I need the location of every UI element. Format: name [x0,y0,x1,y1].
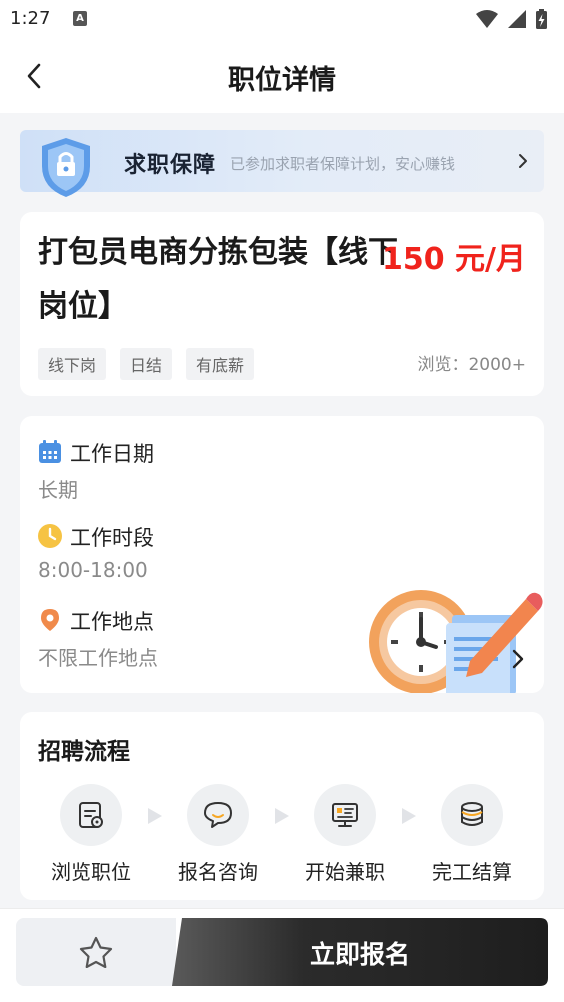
process-step: 完工结算 [416,784,528,885]
job-card: 打包员电商分拣包装【线下岗位】 150 元/月 线下岗 日结 有底薪 浏览：20… [20,212,544,396]
clock-document-illustration [369,590,543,693]
favorite-button[interactable] [16,918,176,986]
job-tags: 线下岗 日结 有底薪 [38,348,255,380]
signal-icon [508,10,526,28]
work-location-value: 不限工作地点 [38,646,158,670]
page-title: 职位详情 [228,65,336,96]
monitor-icon [332,803,358,827]
work-date-value: 长期 [38,478,78,502]
step-label: 报名咨询 [178,860,258,884]
apply-button-label: 立即报名 [309,940,410,969]
step-icon-circle [441,784,503,846]
shield-lock-icon [42,138,90,197]
process-step: 报名咨询 [162,784,274,885]
step-icon-circle [314,784,376,846]
coins-icon [461,802,483,826]
step-label: 浏览职位 [51,860,131,884]
job-tag: 日结 [120,348,173,380]
guarantee-banner[interactable]: 求职保障 已参加求职者保障计划，安心赚钱 [20,130,544,197]
job-title: 打包员电商分拣包装【线下岗位】 [38,235,398,324]
guarantee-description: 已参加求职者保障计划，安心赚钱 [230,155,456,173]
chat-bubble-icon [204,802,232,828]
step-icon-circle [60,784,122,846]
step-label: 完工结算 [432,860,512,884]
work-date-label: 工作日期 [70,442,154,466]
step-arrow-icon [148,808,162,824]
process-card: 招聘流程 浏览职位 报名咨询 开始兼职 完工结算 [20,712,544,900]
process-step: 开始兼职 [289,784,401,885]
guarantee-title: 求职保障 [124,153,217,178]
wifi-icon [476,10,498,28]
clock-icon [38,524,62,548]
chevron-right-icon [512,649,524,669]
location-pin-icon [41,609,59,631]
view-count: 浏览：2000+ [417,355,526,375]
apply-button[interactable]: 立即报名 [172,918,548,986]
process-title: 招聘流程 [38,739,130,765]
job-salary: 150 元/月 [381,242,526,277]
status-time: 1:27 [10,8,51,29]
star-icon [79,936,113,968]
process-step: 浏览职位 [35,784,147,885]
work-info-card: 工作日期 长期 工作时段 8:00-18:00 工作地点 不限工作地点 [20,416,544,693]
battery-icon [536,9,547,29]
browse-job-icon [79,802,103,828]
chevron-right-icon [519,154,527,168]
status-icons [476,9,547,29]
work-location-label: 工作地点 [70,610,154,634]
calendar-icon [39,440,61,463]
work-hours-label: 工作时段 [70,526,154,550]
step-icon-circle [187,784,249,846]
job-tag: 有底薪 [186,348,255,380]
step-arrow-icon [402,808,416,824]
notification-icon: A [73,11,87,26]
step-label: 开始兼职 [305,860,385,884]
status-bar: 1:27 A [0,0,564,38]
job-tag: 线下岗 [38,348,107,380]
nav-bar: 职位详情 [0,38,564,113]
step-arrow-icon [275,808,289,824]
work-hours-value: 8:00-18:00 [38,558,148,582]
bottom-action-bar: 立即报名 [0,908,564,1002]
